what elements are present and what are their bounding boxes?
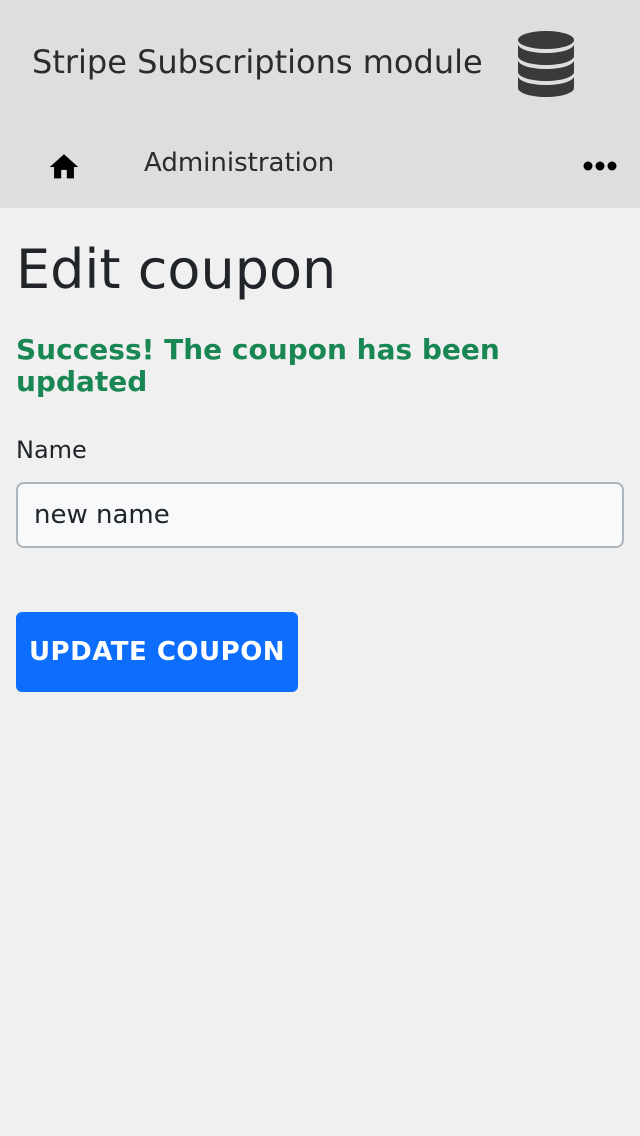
page-title: Edit coupon (16, 238, 337, 301)
update-coupon-button[interactable]: UPDATE COUPON (16, 612, 298, 692)
success-message: Success! The coupon has been updated (16, 333, 500, 398)
app-header: Stripe Subscriptions module Administrati… (0, 0, 640, 208)
database-icon (518, 31, 574, 97)
nav-bar: Administration (0, 128, 640, 208)
home-icon[interactable] (46, 150, 82, 184)
app-title: Stripe Subscriptions module (32, 43, 483, 81)
nav-item-administration[interactable]: Administration (144, 146, 334, 180)
more-horizontal-icon[interactable] (580, 152, 620, 180)
name-input[interactable] (16, 482, 624, 548)
name-label: Name (16, 436, 87, 464)
